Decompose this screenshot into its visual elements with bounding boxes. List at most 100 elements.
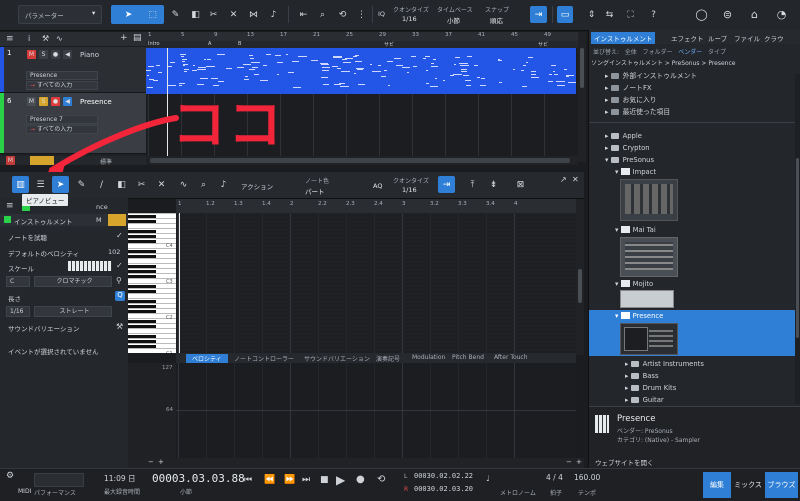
default-velocity-value[interactable]: 102 [108,248,120,256]
length-type-select[interactable]: ストレート [34,306,112,317]
tempo-value[interactable]: 160.00 [574,473,600,482]
instrument-edit-button[interactable] [108,214,126,226]
tab-pitch-bend[interactable]: Pitch Bend [452,354,484,361]
scale-lock-icon[interactable]: ⚲ [116,276,122,285]
split-tool-icon[interactable]: ✂ [133,176,150,193]
left-locator[interactable]: 00030.02.02.22 [414,472,473,480]
tab-files[interactable]: ファイル [734,33,760,43]
piano-keyboard[interactable]: C4 C3 C2 C1 [128,213,176,353]
rewind-start-icon[interactable]: ⏮ [244,475,252,485]
piano-roll-grid[interactable] [176,213,576,353]
arrow-tool-icon[interactable]: ➤ [52,176,69,193]
scale-checkbox[interactable]: ✓ [116,261,123,270]
browse-view-button[interactable]: ブラウズ [765,472,798,498]
drum-view-icon[interactable]: ☰ [32,176,49,193]
browser-item[interactable]: ▸ 最近使った項目 [589,106,800,118]
expand-icon[interactable]: ⊠ [512,176,529,193]
scale-key-select[interactable]: C [6,276,30,287]
metronome-icon[interactable]: ♩ [486,474,490,483]
scale-keyboard[interactable] [68,261,112,271]
sort-vendor[interactable]: ベンダー [678,49,702,56]
grid-row [176,309,576,310]
pencil-tool-icon[interactable]: ✎ [73,176,90,193]
position-display[interactable]: 00003.03.03.88 [152,472,245,485]
line-tool-icon[interactable]: ∕ [93,176,110,193]
lane-tabs: ベロシティ ノートコントローラー サウンドバリエーション 演奏記号 Modula… [176,353,576,363]
key-label: C1 [166,351,173,353]
zoom-out-icon[interactable]: − [566,458,572,466]
piano-view-icon[interactable]: ▥ [12,176,29,193]
sound-variation-icon[interactable]: ⚒ [116,322,123,331]
browser-item[interactable]: ▸ 外部インストゥルメント [589,70,800,82]
presence-category[interactable]: ▸ Artist Instruments [589,358,800,370]
listen-tool-icon[interactable]: ♪ [215,176,232,193]
zoom-in-icon[interactable]: + [158,458,164,466]
zoom-out-icon[interactable]: − [148,458,154,466]
detach-icon[interactable]: ↗ [560,175,567,184]
tab-sound-variation[interactable]: サウンドバリエーション [304,354,370,363]
length-value-select[interactable]: 1/16 [6,306,30,317]
edit-view-button[interactable]: 編集 [703,472,731,498]
browser-item[interactable]: ▸ お気に入り [589,94,800,106]
presence-category[interactable]: ▸ Bass [589,370,800,382]
paint-tool-icon[interactable]: ∿ [175,176,192,193]
tab-effects[interactable]: エフェクト [671,33,704,43]
close-editor-icon[interactable]: ✕ [572,175,579,184]
eraser-tool-icon[interactable]: ◧ [113,176,130,193]
breadcrumb[interactable]: ソングインストゥルメント > PreSonus > Presence [591,58,797,68]
time-signature[interactable]: 4 / 4 [546,473,563,482]
right-locator[interactable]: 00030.02.03.20 [414,485,473,493]
play-icon[interactable]: ▶ [336,473,345,487]
zoom-icon[interactable]: ⌕ [195,176,212,193]
rewind-icon[interactable]: ⏪ [264,475,275,485]
velocity-lane[interactable] [176,363,576,458]
record-icon[interactable]: ● [356,474,365,485]
stop-icon[interactable]: ■ [320,475,329,485]
plugin-mojito[interactable]: ▾ Mojito [589,278,800,290]
plugin-presence-selected[interactable]: ▾ Presence [589,310,800,356]
tab-velocity[interactable]: ベロシティ [186,354,228,363]
sort-type[interactable]: タイプ [708,49,726,56]
editor-quantize-select[interactable]: 1/16 [402,186,417,194]
tab-cloud[interactable]: クラウ [764,33,784,43]
sort-folder[interactable]: フォルダー [643,49,673,56]
presence-category[interactable]: ▸ Guitar [589,394,800,406]
mute-tool-icon[interactable]: ✕ [153,176,170,193]
scale-type-select[interactable]: クロマチック [34,276,112,287]
forward-end-icon[interactable]: ⏭ [302,475,310,485]
grid-row [176,273,576,274]
browser-item[interactable]: ▸ ノートFX [589,82,800,94]
zoom-in-icon[interactable]: + [576,458,582,466]
loop-icon[interactable]: ⟲ [377,474,385,485]
plugin-impact[interactable]: ▾ Impact [589,166,800,178]
vendor-presonus[interactable]: ▾ PreSonus [589,154,800,166]
plugin-mai-tai[interactable]: ▾ Mai Tai [589,224,800,236]
length-quantize-icon[interactable]: Q [115,291,125,301]
tab-note-controller[interactable]: ノートコントローラー [234,354,294,363]
snap-toggle-icon[interactable]: ⇥ [438,176,455,193]
tab-loops[interactable]: ループ [708,33,727,43]
action-menu[interactable]: アクション [241,181,273,191]
sort-flat[interactable]: 全体 [625,49,637,56]
mixer-icon[interactable]: ⚙ [6,471,14,481]
open-website-link[interactable]: ウェブサイトを開く [595,457,654,467]
editor-scrollbar[interactable] [576,199,584,355]
tab-modulation[interactable]: Modulation [412,354,445,361]
transpose-icon[interactable]: ⇟ [485,176,502,193]
step-record-icon[interactable]: ⤒ [464,176,481,193]
menu-icon[interactable]: ≡ [6,201,14,211]
grid-row [176,349,576,350]
mix-view-button[interactable]: ミックス [733,472,763,498]
forward-icon[interactable]: ⏩ [284,475,295,485]
note-color-select[interactable]: パート [305,186,325,196]
ruler-label: 2.3 [346,201,355,207]
tab-articulation[interactable]: 演奏記号 [376,354,400,363]
tab-instruments[interactable]: インストゥルメント [591,32,656,44]
audition-checkbox[interactable]: ✓ [116,231,123,240]
vendor-apple[interactable]: ▸ Apple [589,130,800,142]
presence-category[interactable]: ▸ Drum Kits [589,382,800,394]
browser-scrollbar[interactable] [795,74,800,404]
vendor-crypton[interactable]: ▸ Crypton [589,142,800,154]
editor-ruler[interactable]: 1 1.2 1.3 1.4 2 2.2 2.3 2.4 3 3.2 3.3 3.4 4 [176,199,576,213]
tab-after-touch[interactable]: After Touch [494,354,528,361]
